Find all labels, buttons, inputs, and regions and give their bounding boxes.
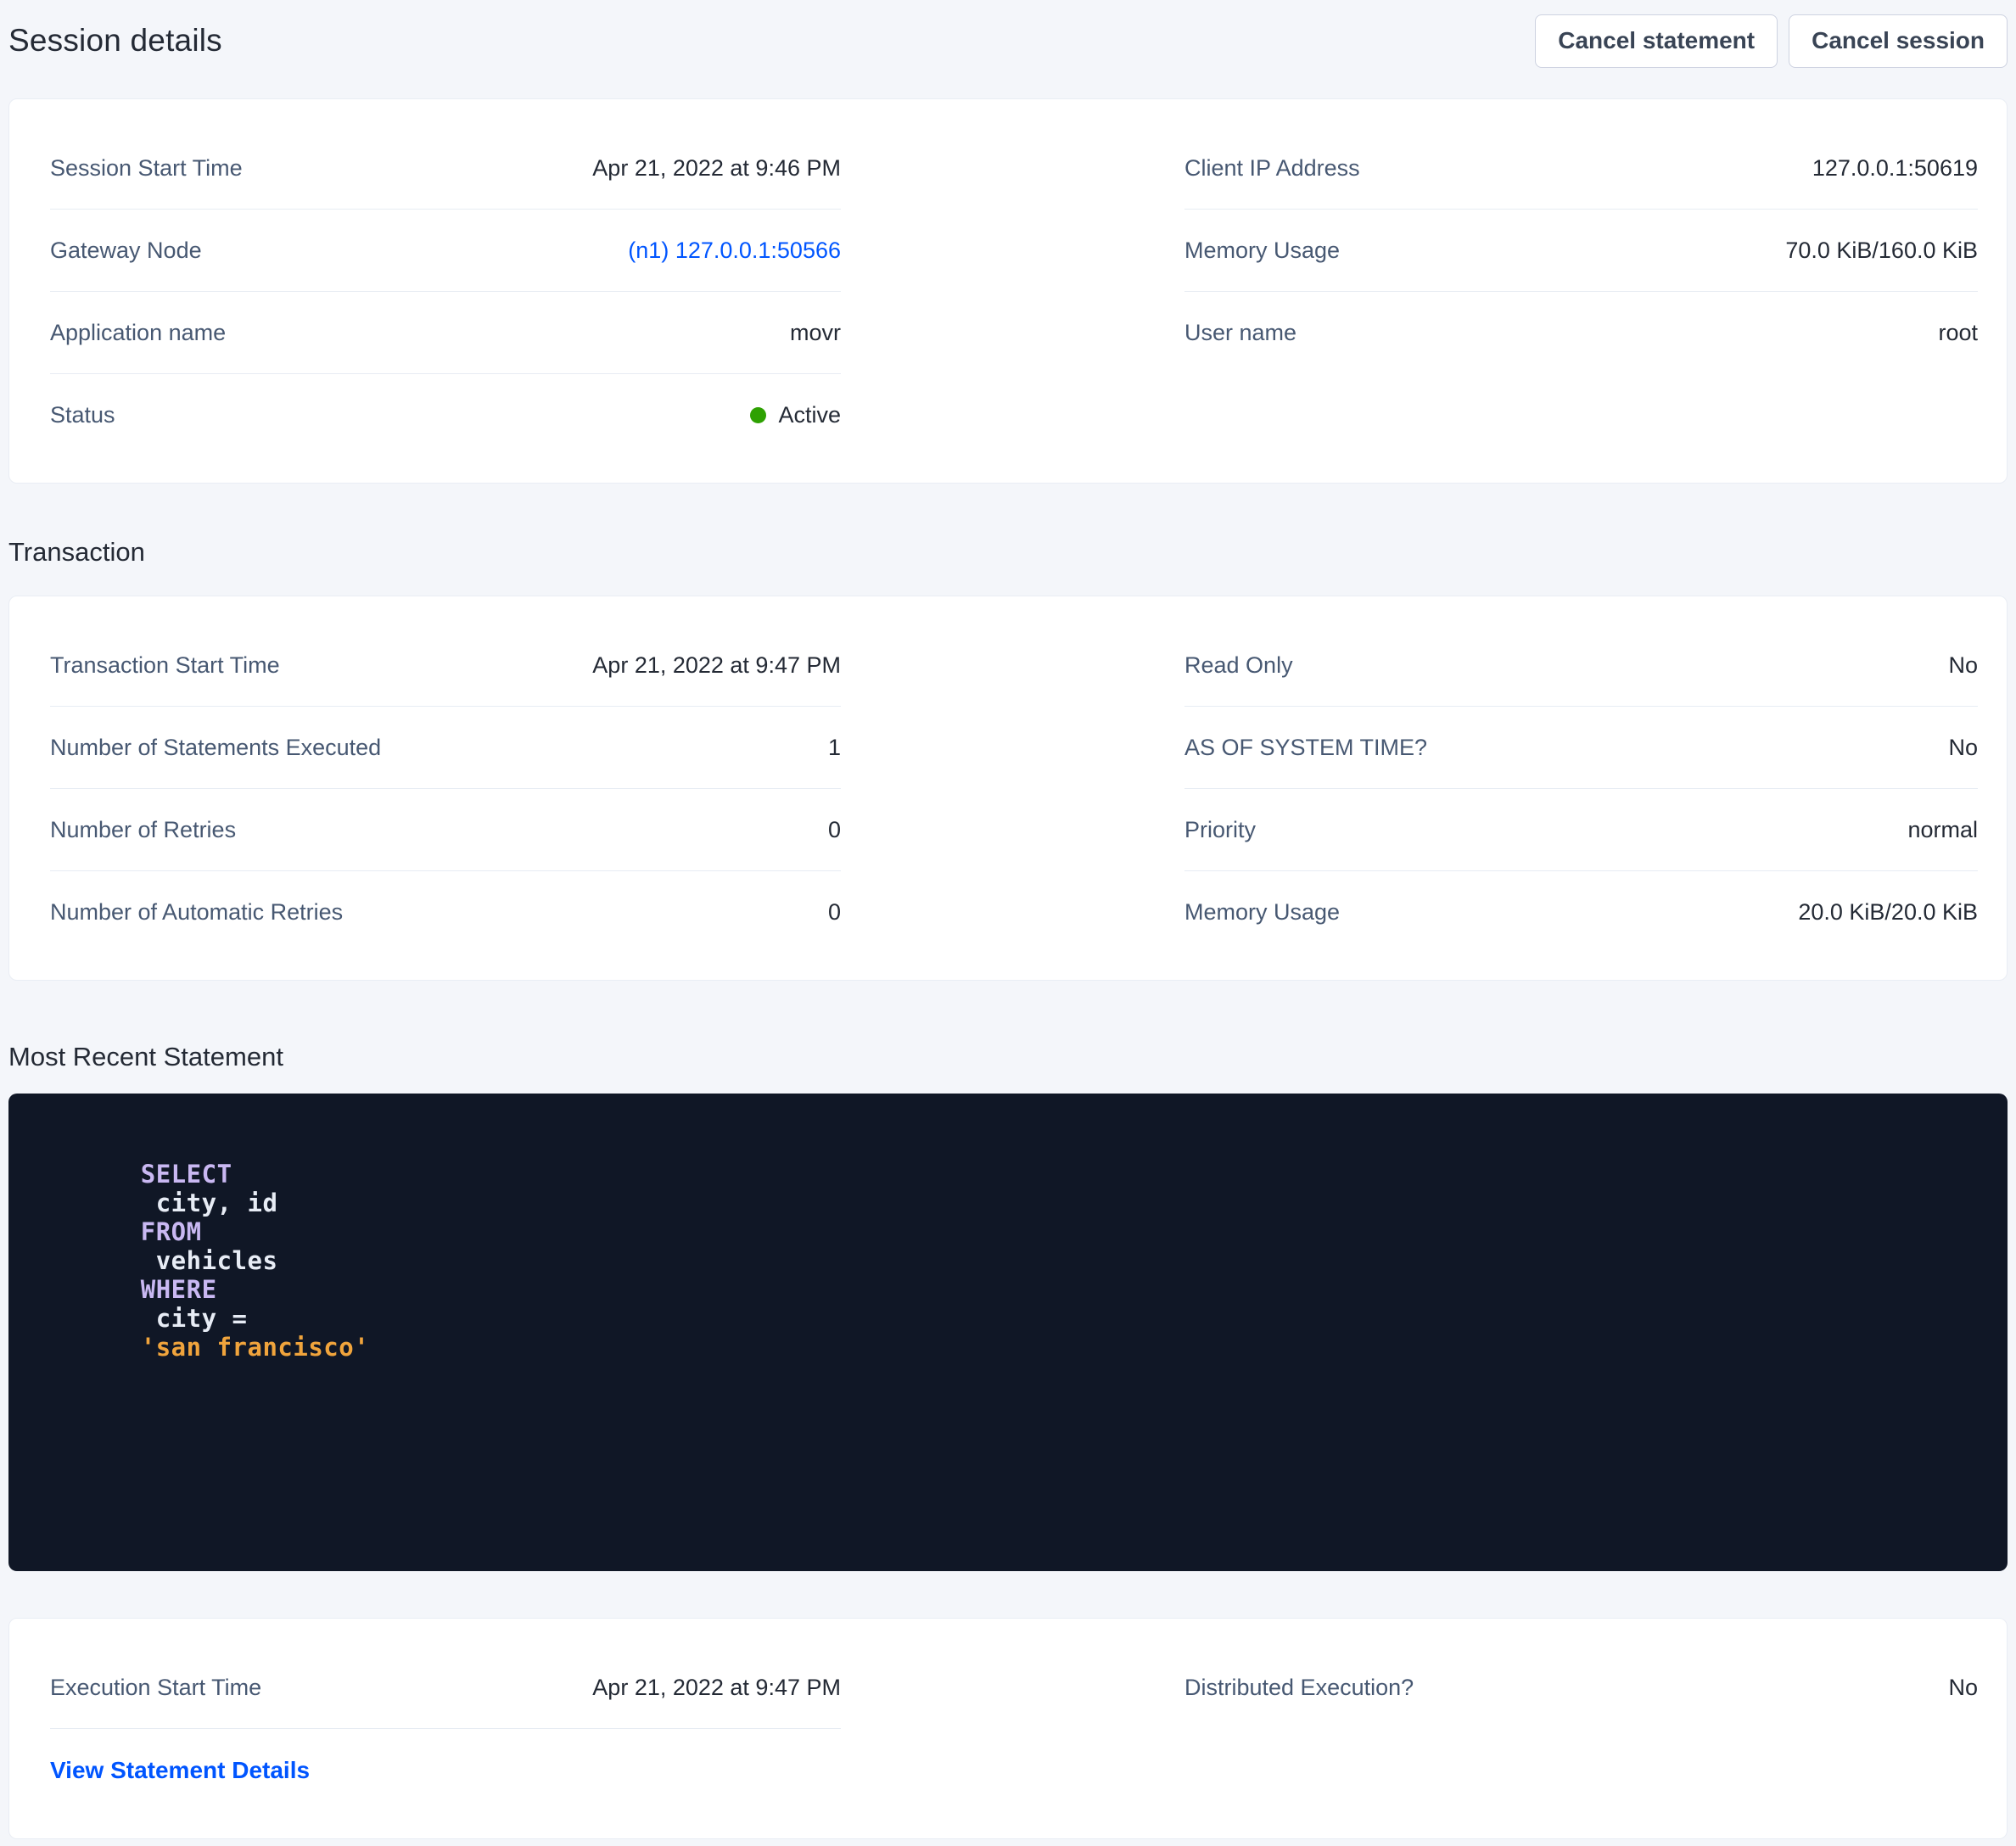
page-header: Session details Cancel statement Cancel … (8, 10, 2008, 71)
row-value: root (1938, 320, 1978, 346)
execution-card-right-column: Distributed Execution? No (1184, 1647, 1978, 1812)
page-title: Session details (8, 23, 222, 59)
view-statement-details-link[interactable]: View Statement Details (50, 1757, 310, 1784)
status-text: Active (778, 402, 841, 428)
table-row: Execution Start Time Apr 21, 2022 at 9:4… (50, 1647, 841, 1729)
cancel-statement-button[interactable]: Cancel statement (1535, 14, 1778, 68)
row-value: No (1948, 652, 1978, 679)
row-label: Session Start Time (50, 155, 243, 182)
cancel-session-button[interactable]: Cancel session (1789, 14, 2008, 68)
sql-statement-text: SELECT city, id FROM vehicles WHERE city… (49, 1131, 1967, 1390)
table-row: Transaction Start Time Apr 21, 2022 at 9… (50, 624, 841, 707)
row-label: Memory Usage (1184, 238, 1340, 264)
row-value: 0 (828, 817, 841, 843)
table-row: Gateway Node (n1) 127.0.0.1:50566 (50, 210, 841, 292)
row-value: 1 (828, 735, 841, 761)
table-row: Number of Statements Executed 1 (50, 707, 841, 789)
row-label: Gateway Node (50, 238, 202, 264)
session-card-right-column: Client IP Address 127.0.0.1:50619 Memory… (1184, 127, 1978, 456)
column-gap (841, 1647, 1184, 1812)
row-value: 127.0.0.1:50619 (1812, 155, 1978, 182)
transaction-card-right-column: Read Only No AS OF SYSTEM TIME? No Prior… (1184, 624, 1978, 954)
row-label: Memory Usage (1184, 899, 1340, 926)
table-row: User name root (1184, 292, 1978, 374)
row-value: Apr 21, 2022 at 9:47 PM (592, 652, 841, 679)
sql-statement-box: SELECT city, id FROM vehicles WHERE city… (8, 1094, 2008, 1571)
row-value: 70.0 KiB/160.0 KiB (1785, 238, 1978, 264)
transaction-card: Transaction Start Time Apr 21, 2022 at 9… (8, 596, 2008, 981)
row-label: User name (1184, 320, 1296, 346)
sql-keyword: WHERE (141, 1275, 217, 1304)
sql-text: city, id (141, 1189, 294, 1217)
link-row: View Statement Details (50, 1729, 841, 1812)
table-row: Number of Automatic Retries 0 (50, 871, 841, 954)
sql-keyword: FROM (141, 1217, 202, 1246)
statement-section-heading: Most Recent Statement (8, 1042, 2008, 1072)
row-label: Number of Retries (50, 817, 236, 843)
row-label: Execution Start Time (50, 1675, 261, 1701)
row-label: Status (50, 402, 115, 428)
row-label: Transaction Start Time (50, 652, 280, 679)
execution-card: Execution Start Time Apr 21, 2022 at 9:4… (8, 1618, 2008, 1839)
session-card-left-column: Session Start Time Apr 21, 2022 at 9:46 … (50, 127, 841, 456)
table-row: Session Start Time Apr 21, 2022 at 9:46 … (50, 127, 841, 210)
status-badge: Active (750, 402, 841, 428)
row-label: Read Only (1184, 652, 1293, 679)
session-details-page: Session details Cancel statement Cancel … (0, 0, 2016, 1839)
status-active-dot-icon (750, 407, 766, 423)
row-value: No (1948, 735, 1978, 761)
table-row: Status Active (50, 374, 841, 456)
sql-text: city = (141, 1304, 263, 1333)
transaction-card-left-column: Transaction Start Time Apr 21, 2022 at 9… (50, 624, 841, 954)
row-value: 0 (828, 899, 841, 926)
row-label: AS OF SYSTEM TIME? (1184, 735, 1427, 761)
table-row: Read Only No (1184, 624, 1978, 707)
row-label: Number of Automatic Retries (50, 899, 343, 926)
row-value: Apr 21, 2022 at 9:47 PM (592, 1675, 841, 1701)
session-summary-card: Session Start Time Apr 21, 2022 at 9:46 … (8, 98, 2008, 484)
table-row: AS OF SYSTEM TIME? No (1184, 707, 1978, 789)
table-row: Client IP Address 127.0.0.1:50619 (1184, 127, 1978, 210)
table-row: Application name movr (50, 292, 841, 374)
table-row: Priority normal (1184, 789, 1978, 871)
transaction-section-heading: Transaction (8, 537, 2008, 568)
table-row: Number of Retries 0 (50, 789, 841, 871)
row-label: Distributed Execution? (1184, 1675, 1414, 1701)
row-value: normal (1907, 817, 1978, 843)
row-label: Priority (1184, 817, 1256, 843)
sql-text: vehicles (141, 1246, 294, 1275)
header-buttons: Cancel statement Cancel session (1535, 14, 2008, 68)
execution-card-left-column: Execution Start Time Apr 21, 2022 at 9:4… (50, 1647, 841, 1812)
row-value: 20.0 KiB/20.0 KiB (1798, 899, 1978, 926)
row-value: movr (790, 320, 841, 346)
sql-keyword: SELECT (141, 1160, 232, 1189)
gateway-node-link[interactable]: (n1) 127.0.0.1:50566 (628, 238, 841, 264)
sql-string: 'san francisco' (141, 1333, 369, 1362)
row-label: Application name (50, 320, 226, 346)
row-value: No (1948, 1675, 1978, 1701)
row-value: Apr 21, 2022 at 9:46 PM (592, 155, 841, 182)
table-row: Memory Usage 20.0 KiB/20.0 KiB (1184, 871, 1978, 954)
column-gap (841, 127, 1184, 456)
table-row: Memory Usage 70.0 KiB/160.0 KiB (1184, 210, 1978, 292)
column-gap (841, 624, 1184, 954)
row-label: Client IP Address (1184, 155, 1360, 182)
row-label: Number of Statements Executed (50, 735, 381, 761)
table-row: Distributed Execution? No (1184, 1647, 1978, 1729)
